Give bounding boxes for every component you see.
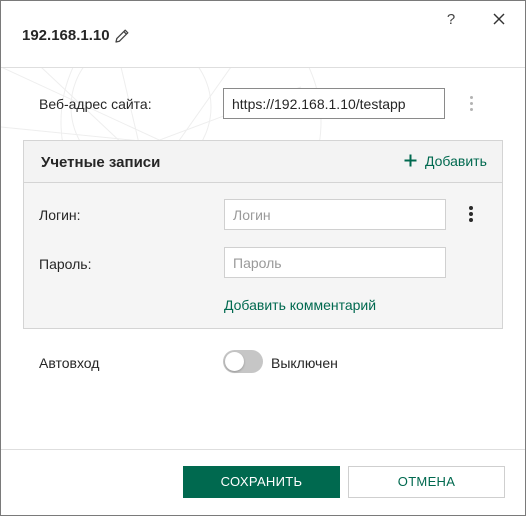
autologin-toggle[interactable] [223,350,263,373]
accounts-title: Учетные записи [41,154,161,171]
site-url-label: Веб-адрес сайта: [39,96,152,112]
dialog-footer: СОХРАНИТЬ ОТМЕНА [1,449,525,515]
password-label: Пароль: [39,256,92,272]
site-url-input[interactable] [223,88,445,119]
login-label: Логин: [39,207,81,223]
dialog-title: 192.168.1.10 [22,27,110,44]
more-vertical-icon[interactable] [468,96,474,116]
password-input[interactable] [224,247,446,278]
cancel-button[interactable]: ОТМЕНА [348,466,505,498]
accounts-panel-header: Учетные записи Добавить [24,141,502,183]
plus-icon [404,154,417,167]
add-comment-link[interactable]: Добавить комментарий [224,297,376,313]
add-account-label: Добавить [425,153,487,169]
autologin-state: Выключен [271,355,338,371]
pencil-icon[interactable] [114,28,130,44]
save-button[interactable]: СОХРАНИТЬ [183,466,340,498]
login-input[interactable] [224,199,446,230]
dialog-header: 192.168.1.10 ? [1,1,525,68]
autologin-label: Автовход [39,355,100,371]
toggle-knob [225,352,244,371]
question-icon[interactable]: ? [442,11,460,29]
close-icon[interactable] [491,11,507,27]
edit-site-dialog: 192.168.1.10 ? Веб-адрес сайта: Учетные … [0,0,526,516]
more-vertical-icon[interactable] [468,206,474,226]
